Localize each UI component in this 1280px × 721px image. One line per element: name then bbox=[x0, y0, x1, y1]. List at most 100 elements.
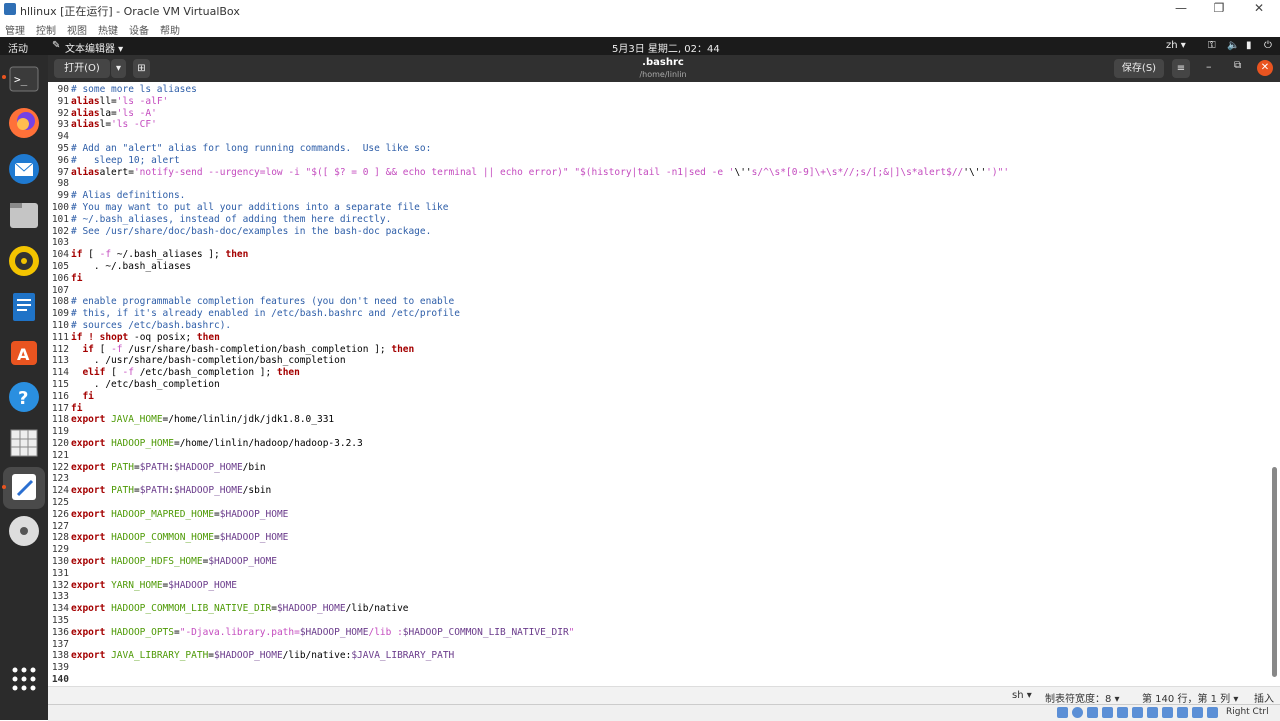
code-line[interactable]: 125 bbox=[48, 497, 69, 509]
display-icon[interactable] bbox=[1147, 707, 1158, 718]
menu-control[interactable]: 控制 bbox=[36, 22, 56, 37]
terminal-icon[interactable]: >_ bbox=[6, 61, 42, 97]
code-line[interactable]: 101 # ~/.bash_aliases, instead of adding … bbox=[48, 214, 391, 226]
new-tab-icon[interactable]: ⊞ bbox=[133, 59, 150, 78]
code-line[interactable]: 100 # You may want to put all your additi… bbox=[48, 202, 449, 214]
power-icon[interactable]: ⏻ bbox=[1264, 40, 1272, 51]
close-icon[interactable]: ✕ bbox=[1244, 1, 1274, 19]
cursor-position[interactable]: 第 140 行，第 1 列 ▾ bbox=[1142, 690, 1238, 705]
rhythmbox-icon[interactable] bbox=[6, 243, 42, 279]
code-line[interactable]: 130 export HADOOP_HDFS_HOME=$HADOOP_HOME bbox=[48, 556, 277, 568]
software-icon[interactable]: A bbox=[6, 333, 42, 369]
volume-icon[interactable]: 🔈 bbox=[1227, 40, 1239, 51]
firefox-icon[interactable] bbox=[6, 105, 42, 141]
code-line[interactable]: 138 export JAVA_LIBRARY_PATH=$HADOOP_HOME… bbox=[48, 650, 454, 662]
menu-hotkey[interactable]: 热键 bbox=[98, 22, 118, 37]
tab-width-selector[interactable]: 制表符宽度：8 ▾ bbox=[1045, 690, 1120, 705]
input-method[interactable]: zh ▾ bbox=[1166, 40, 1186, 51]
code-line[interactable]: 111 if ! shopt -oq posix; then bbox=[48, 332, 220, 344]
code-line[interactable]: 94 bbox=[48, 131, 69, 143]
code-line[interactable]: 124 export PATH=$PATH:$HADOOP_HOME/sbin bbox=[48, 485, 271, 497]
mouse-integration-icon[interactable] bbox=[1192, 707, 1203, 718]
text-editor-area[interactable]: 90 # some more ls aliases 91 aliasll='ls -a… bbox=[48, 82, 1280, 686]
usb-icon[interactable] bbox=[1117, 707, 1128, 718]
code-line[interactable]: 122 export PATH=$PATH:$HADOOP_HOME/bin bbox=[48, 462, 266, 474]
code-line[interactable]: 108 # enable programmable completion feat… bbox=[48, 296, 454, 308]
code-line[interactable]: 116 fi bbox=[48, 391, 94, 403]
code-line[interactable]: 92 aliasla='ls -A' bbox=[48, 108, 157, 120]
network-icon[interactable]: ⚿ bbox=[1208, 40, 1216, 51]
keyboard-icon[interactable] bbox=[1207, 707, 1218, 718]
code-line[interactable]: 107 bbox=[48, 285, 69, 297]
app-menu[interactable]: 文本编辑器 ▾ bbox=[65, 40, 123, 55]
code-line[interactable]: 121 bbox=[48, 450, 69, 462]
code-line[interactable]: 128 export HADOOP_COMMON_HOME=$HADOOP_HOM… bbox=[48, 532, 289, 544]
storage-icon[interactable] bbox=[1057, 707, 1068, 718]
hamburger-menu-icon[interactable]: ≡ bbox=[1172, 59, 1190, 78]
vertical-scrollbar[interactable] bbox=[1272, 467, 1277, 677]
code-line[interactable]: 133 bbox=[48, 591, 69, 603]
code-line[interactable]: 109 # this, if it's already enabled in /e… bbox=[48, 308, 460, 320]
thunderbird-icon[interactable] bbox=[6, 151, 42, 187]
code-line[interactable]: 137 bbox=[48, 639, 69, 651]
code-line[interactable]: 115 . /etc/bash_completion bbox=[48, 379, 220, 391]
code-line[interactable]: 132 export YARN_HOME=$HADOOP_HOME bbox=[48, 580, 237, 592]
shared-folders-icon[interactable] bbox=[1132, 707, 1143, 718]
menu-devices[interactable]: 设备 bbox=[129, 22, 149, 37]
help-icon[interactable]: ? bbox=[6, 379, 42, 415]
clock[interactable]: 5月3日 星期二, 02：44 bbox=[612, 40, 720, 55]
activities-button[interactable]: 活动 bbox=[8, 40, 28, 55]
minimize-icon[interactable]: – bbox=[1206, 60, 1212, 73]
code-line[interactable]: 131 bbox=[48, 568, 69, 580]
maximize-icon[interactable]: ❐ bbox=[1204, 1, 1234, 19]
code-line[interactable]: 126 export HADOOP_MAPRED_HOME=$HADOOP_HOM… bbox=[48, 509, 289, 521]
minimize-icon[interactable]: — bbox=[1166, 1, 1196, 19]
code-line[interactable]: 110 # sources /etc/bash.bashrc). bbox=[48, 320, 231, 332]
code-line[interactable]: 119 bbox=[48, 426, 69, 438]
close-window-icon[interactable]: ✕ bbox=[1257, 60, 1273, 76]
writer-icon[interactable] bbox=[6, 289, 42, 325]
code-line[interactable]: 97 aliasalert='notify-send --urgency=low … bbox=[48, 167, 1010, 179]
code-line[interactable]: 102 # See /usr/share/doc/bash-doc/example… bbox=[48, 226, 432, 238]
code-line[interactable]: 140 bbox=[48, 674, 69, 686]
code-line[interactable]: 114 elif [ -f /etc/bash_completion ]; th… bbox=[48, 367, 300, 379]
audio-icon[interactable] bbox=[1087, 707, 1098, 718]
code-line[interactable]: 127 bbox=[48, 521, 69, 533]
code-line[interactable]: 120 export HADOOP_HOME=/home/linlin/hadoo… bbox=[48, 438, 363, 450]
cpu-icon[interactable] bbox=[1177, 707, 1188, 718]
app-grid-icon[interactable] bbox=[6, 661, 42, 697]
menu-help[interactable]: 帮助 bbox=[160, 22, 180, 37]
code-line[interactable]: 95 # Add an "alert" alias for long runnin… bbox=[48, 143, 432, 155]
code-line[interactable]: 93 aliasl='ls -CF' bbox=[48, 119, 157, 131]
code-line[interactable]: 96 # sleep 10; alert bbox=[48, 155, 180, 167]
recording-icon[interactable] bbox=[1162, 707, 1173, 718]
code-line[interactable]: 118 export JAVA_HOME=/home/linlin/jdk/jdk… bbox=[48, 414, 334, 426]
code-line[interactable]: 134 export HADOOP_COMMOM_LIB_NATIVE_DIR=$… bbox=[48, 603, 409, 615]
language-selector[interactable]: sh ▾ bbox=[1012, 690, 1032, 701]
menu-manage[interactable]: 管理 bbox=[5, 22, 25, 37]
code-line[interactable]: 136 export HADOOP_OPTS="-Djava.library.pa… bbox=[48, 627, 575, 639]
files-icon[interactable] bbox=[6, 197, 42, 233]
code-line[interactable]: 106 fi bbox=[48, 273, 83, 285]
code-line[interactable]: 129 bbox=[48, 544, 69, 556]
code-line[interactable]: 139 bbox=[48, 662, 69, 674]
optical-drive-icon[interactable] bbox=[1072, 707, 1083, 718]
code-line[interactable]: 91 aliasll='ls -alF' bbox=[48, 96, 169, 108]
text-editor-icon[interactable] bbox=[6, 469, 42, 505]
code-line[interactable]: 99 # Alias definitions. bbox=[48, 190, 186, 202]
code-line[interactable]: 123 bbox=[48, 473, 69, 485]
code-line[interactable]: 117 fi bbox=[48, 403, 83, 415]
code-line[interactable]: 104 if [ -f ~/.bash_aliases ]; then bbox=[48, 249, 249, 261]
sudoku-icon[interactable] bbox=[6, 425, 42, 461]
open-button[interactable]: 打开(O) bbox=[54, 59, 110, 78]
code-line[interactable]: 113 . /usr/share/bash-completion/bash_co… bbox=[48, 355, 346, 367]
maximize-icon[interactable]: ⧉ bbox=[1234, 60, 1241, 71]
code-line[interactable]: 103 bbox=[48, 237, 69, 249]
menu-view[interactable]: 视图 bbox=[67, 22, 87, 37]
battery-icon[interactable]: ▮ bbox=[1246, 40, 1252, 51]
code-line[interactable]: 135 bbox=[48, 615, 69, 627]
code-line[interactable]: 98 bbox=[48, 178, 69, 190]
code-line[interactable]: 105 . ~/.bash_aliases bbox=[48, 261, 191, 273]
open-menu-chevron-icon[interactable]: ▾ bbox=[111, 59, 126, 78]
disc-icon[interactable] bbox=[6, 513, 42, 549]
